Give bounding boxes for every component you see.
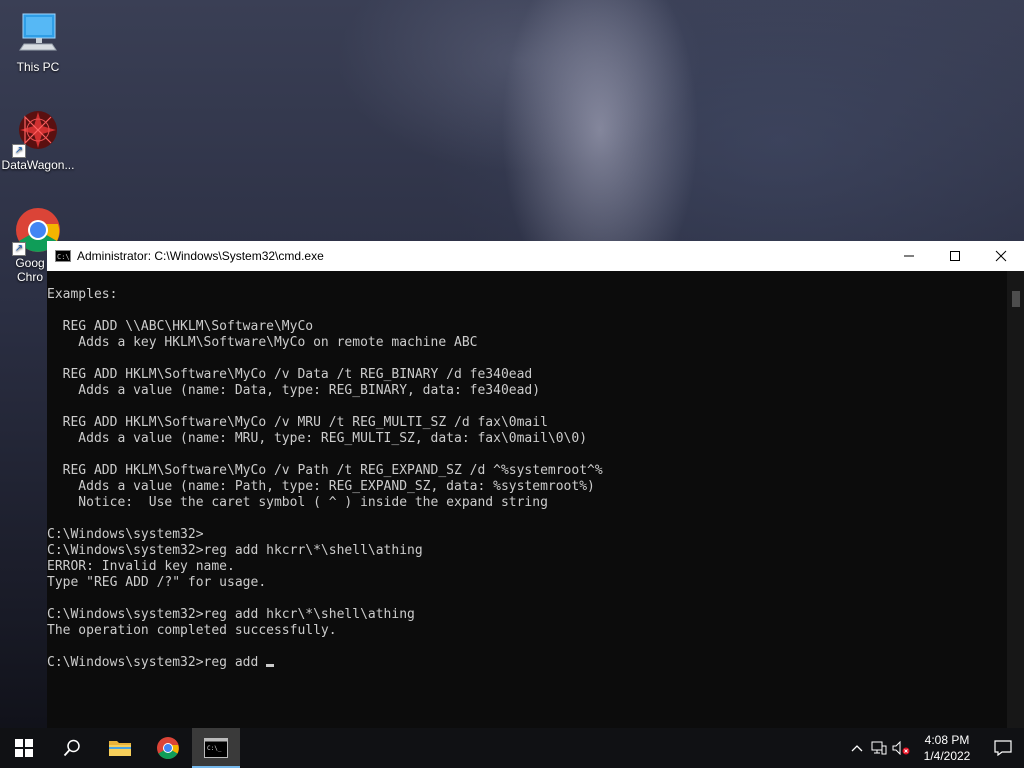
desktop-icon-this-pc[interactable]: This PC [0, 10, 76, 74]
text-cursor [266, 664, 275, 667]
chrome-icon [157, 737, 179, 759]
shortcut-arrow-icon: ↗ [12, 144, 26, 158]
taskbar-cmd[interactable]: C:\_ [192, 728, 240, 768]
network-icon[interactable] [868, 728, 890, 768]
clock-date: 1/4/2022 [923, 749, 971, 763]
chevron-up-icon[interactable] [846, 728, 868, 768]
folder-icon [109, 741, 131, 756]
taskbar-chrome[interactable] [144, 728, 192, 768]
minimize-button[interactable] [886, 241, 932, 271]
taskbar-file-explorer[interactable] [96, 728, 144, 768]
desktop-icon-label: Goog Chro [15, 256, 45, 284]
console-text: Examples: REG ADD \\ABC\HKLM\Software\My… [47, 287, 603, 670]
clock-time: 4:08 PM [924, 733, 970, 747]
maximize-button[interactable] [932, 241, 978, 271]
datawagon-icon: ↗ [12, 108, 62, 158]
desktop-icon-datawagon[interactable]: ↗ DataWagon... [0, 108, 76, 172]
search-button[interactable] [48, 728, 96, 768]
close-icon [995, 250, 1007, 262]
taskbar: C:\_ 4:08 PM 1/4/2022 [0, 728, 1024, 768]
minimize-icon [904, 255, 914, 257]
cmd-window[interactable]: C:\ Administrator: C:\Windows\System32\c… [47, 241, 1024, 728]
window-titlebar[interactable]: C:\ Administrator: C:\Windows\System32\c… [47, 241, 1024, 271]
window-title: Administrator: C:\Windows\System32\cmd.e… [77, 249, 324, 263]
system-tray: 4:08 PM 1/4/2022 [846, 728, 1024, 768]
vertical-scrollbar[interactable] [1007, 271, 1024, 728]
computer-icon [14, 10, 62, 58]
close-button[interactable] [978, 241, 1024, 271]
desktop-icon-label: DataWagon... [1, 158, 75, 172]
desktop-icon-label: This PC [16, 60, 60, 74]
volume-muted-icon[interactable] [890, 728, 912, 768]
cmd-icon: C:\_ [204, 738, 228, 758]
cmd-app-icon: C:\ [55, 250, 71, 262]
scrollbar-thumb[interactable] [1012, 291, 1020, 307]
maximize-icon [950, 251, 960, 261]
search-icon [63, 739, 80, 757]
windows-logo-icon [15, 739, 33, 757]
notification-center-button[interactable] [982, 728, 1024, 768]
taskbar-clock[interactable]: 4:08 PM 1/4/2022 [912, 732, 982, 764]
start-button[interactable] [0, 728, 48, 768]
console-output[interactable]: Examples: REG ADD \\ABC\HKLM\Software\My… [47, 271, 1007, 728]
notification-icon [994, 740, 1012, 756]
svg-text:C:\_: C:\_ [207, 745, 222, 752]
shortcut-arrow-icon: ↗ [12, 242, 26, 256]
